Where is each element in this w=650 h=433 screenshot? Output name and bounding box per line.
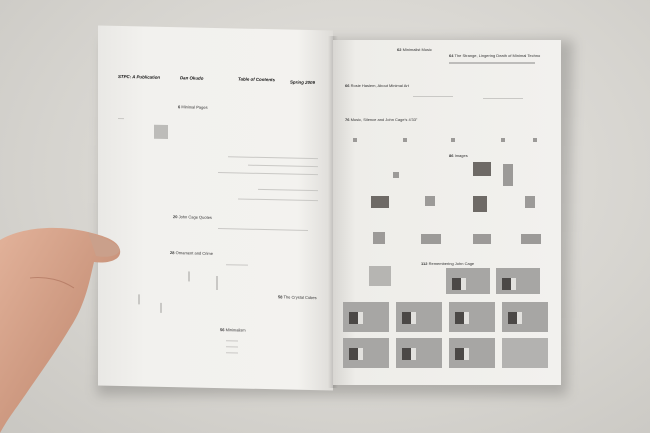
toc-entry-title: Images	[454, 153, 468, 158]
image-thumbnail	[533, 138, 537, 142]
text-rule	[413, 96, 453, 97]
toc-entry-title: Minimal Pages	[181, 104, 208, 110]
image-thumbnail	[425, 196, 435, 206]
image-thumbnail	[353, 138, 357, 142]
text-rule	[248, 164, 318, 168]
image-panel	[502, 338, 548, 368]
toc-entry-num: 28	[170, 250, 175, 256]
image-thumbnail	[369, 266, 391, 286]
toc-entry: 66 Rosie Haslem, About Minimal Art	[345, 84, 409, 88]
header-author: Dan Okudo	[180, 75, 204, 81]
image-thumbnail	[393, 172, 399, 178]
image-thumbnail	[501, 138, 505, 142]
text-rule	[218, 172, 318, 176]
image-panel	[343, 302, 389, 332]
image-panel	[396, 338, 442, 368]
image-panel	[449, 302, 495, 332]
toc-entry-title: Remembering John Cage	[428, 261, 475, 266]
toc-entry: 62 Minimalist Music	[397, 48, 432, 52]
header-publication: STPC: A Publication	[118, 73, 161, 80]
toc-entry-num: 76	[345, 117, 350, 122]
image-thumbnail	[473, 196, 487, 212]
toc-entry-num: 66	[345, 83, 350, 88]
toc-entry-num: 62	[397, 47, 402, 52]
right-page: 62 Minimalist Music 64 The Strange, Ling…	[333, 40, 561, 385]
text-rule	[238, 198, 318, 202]
toc-entry: 112 Remembering John Cage	[421, 262, 474, 266]
image-panel	[496, 268, 540, 294]
text-rule	[226, 264, 248, 266]
toc-entry-num: 64	[449, 53, 454, 58]
image-thumbnail	[521, 234, 541, 244]
toc-entry-num: 20	[173, 214, 178, 220]
toc-entry-title: Rosie Haslem, About Minimal Art	[350, 83, 409, 88]
text-rule	[160, 302, 162, 313]
image-thumbnail	[451, 138, 455, 142]
toc-entry-num: 56	[220, 327, 225, 333]
toc-entry: 76 Music, Silence and John Cage's 4'33"	[345, 118, 417, 122]
text-rule	[188, 271, 190, 282]
text-rule	[449, 62, 535, 64]
header-date: Spring 2009	[290, 79, 315, 86]
toc-entry-num: 86	[449, 153, 454, 158]
image-thumbnail	[473, 162, 491, 176]
toc-entry: 56 Minimalism	[220, 327, 246, 333]
toc-entry: 28 Ornament and Crime	[170, 250, 213, 256]
image-thumbnail	[421, 234, 441, 244]
image-thumbnail	[503, 164, 513, 186]
image-thumbnail	[373, 232, 385, 244]
text-rule	[138, 294, 140, 305]
toc-entry-title: Music, Silence and John Cage's 4'33"	[350, 117, 418, 122]
toc-entry-title: Ornament and Crime	[175, 250, 213, 256]
text-rule	[483, 98, 523, 99]
image-thumbnail	[371, 196, 389, 208]
image-panel	[502, 302, 548, 332]
toc-entry: 20 John Cage Quotes	[173, 214, 212, 220]
text-rule	[218, 228, 308, 231]
toc-entry-title: The Crystal Cubes	[283, 294, 317, 301]
text-rule	[118, 117, 124, 120]
image-thumbnail	[525, 196, 535, 208]
minimal-pages-thumbnail	[154, 124, 168, 140]
toc-entry-title: Minimalism	[225, 327, 246, 333]
text-rule	[258, 188, 318, 192]
image-panel	[396, 302, 442, 332]
toc-entry: 58 The Crystal Cubes	[278, 294, 317, 301]
text-rule	[226, 352, 238, 354]
text-rule	[226, 346, 238, 348]
hand	[0, 227, 121, 433]
header-toc: Table of Contents	[238, 76, 275, 83]
toc-entry: 64 The Strange, Lingering Death of Minim…	[449, 54, 540, 58]
toc-entry-title: John Cage Quotes	[178, 214, 212, 220]
text-rule	[216, 276, 218, 291]
toc-entry-num: 58	[278, 294, 283, 300]
toc-entry-num: 112	[421, 261, 428, 266]
toc-entry-num: 6	[178, 104, 181, 110]
toc-entry: 86 Images	[449, 154, 468, 158]
image-thumbnail	[473, 234, 491, 244]
image-panel	[446, 268, 490, 294]
image-thumbnail	[403, 138, 407, 142]
toc-entry: 6 Minimal Pages	[178, 104, 208, 110]
text-rule	[228, 156, 318, 160]
left-page: STPC: A Publication Dan Okudo Table of C…	[98, 25, 333, 391]
toc-entry-title: The Strange, Lingering Death of Minimal …	[454, 53, 541, 58]
image-panel	[343, 338, 389, 368]
toc-entry-title: Minimalist Music	[402, 47, 432, 52]
text-rule	[226, 340, 238, 342]
image-panel	[449, 338, 495, 368]
